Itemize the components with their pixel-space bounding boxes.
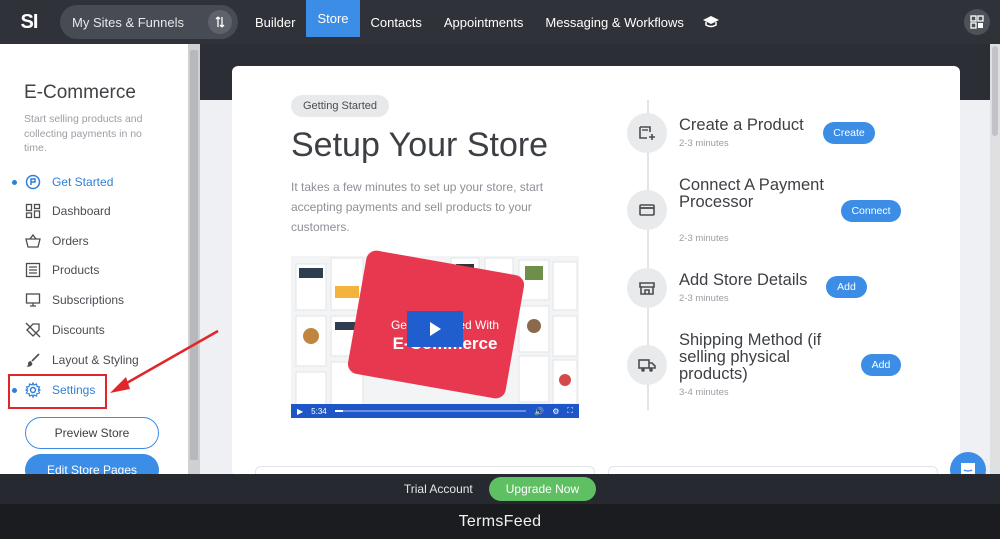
hero-description: It takes a few minutes to set up your st… [291, 180, 544, 234]
nav-messaging-workflows[interactable]: Messaging & Workflows [534, 0, 694, 44]
step-time: 2-3 minutes [679, 293, 729, 304]
video-controls[interactable]: ▶ 5:34 🔊 ⚙ ⛶ [291, 404, 579, 418]
monitor-icon [24, 291, 42, 309]
apps-grid-icon[interactable] [964, 9, 990, 35]
sidebar-description: Start selling products and collecting pa… [24, 113, 143, 154]
tag-off-icon [24, 321, 42, 339]
step-title-shipping-method: Shipping Method (if selling physical pro… [679, 331, 822, 383]
sidebar-scrollbar-thumb[interactable] [190, 50, 198, 460]
nav-appointments[interactable]: Appointments [433, 0, 535, 44]
trial-account-label: Trial Account [403, 482, 473, 496]
step-time: 2-3 minutes [679, 233, 729, 244]
play-icon [430, 322, 441, 336]
sidebar-item-label: Dashboard [52, 204, 111, 218]
sidebar-item-label: Discounts [52, 323, 105, 337]
step-title-payment-processor: Connect A Payment Processor [679, 176, 824, 211]
graduation-cap-icon[interactable] [695, 0, 727, 44]
video-time: 5:34 [311, 406, 327, 416]
settings-small-icon[interactable]: ⚙ [552, 407, 559, 416]
sidebar-item-label: Layout & Styling [52, 353, 139, 367]
add-shipping-button[interactable]: Add [861, 354, 901, 376]
nav-builder[interactable]: Builder [244, 0, 306, 44]
settings-annotation-box [8, 374, 107, 409]
getting-started-tag: Getting Started [291, 95, 389, 117]
sidebar-title: E-Commerce [24, 82, 136, 103]
store-add-icon [627, 113, 667, 153]
connect-payment-button[interactable]: Connect [841, 200, 901, 222]
card-icon [627, 190, 667, 230]
store-sidebar: E-Commerce Start selling products and co… [0, 44, 188, 474]
lower-card [608, 466, 938, 474]
play-small-icon[interactable]: ▶ [297, 407, 303, 416]
caption-bar: TermsFeed [0, 504, 1000, 539]
trial-account-bar: Trial Account Upgrade Now [0, 474, 1000, 504]
top-navbar: SI My Sites & Funnels Builder Store Cont… [0, 0, 1000, 44]
page-title: Setup Your Store [291, 126, 549, 164]
truck-icon [627, 345, 667, 385]
fullscreen-icon[interactable]: ⛶ [567, 406, 573, 416]
brush-icon [24, 351, 42, 369]
step-time: 3-4 minutes [679, 387, 729, 398]
basket-icon [24, 232, 42, 250]
step-title-create-product: Create a Product [679, 116, 804, 134]
sidebar-item-dashboard[interactable]: Dashboard [24, 199, 111, 223]
nav-contacts[interactable]: Contacts [360, 0, 433, 44]
swap-icon[interactable] [208, 10, 232, 34]
app-logo[interactable]: SI [0, 0, 58, 44]
preview-store-button[interactable]: Preview Store [25, 417, 159, 449]
edit-store-pages-button[interactable]: Edit Store Pages [25, 454, 159, 474]
sites-label: My Sites & Funnels [72, 14, 184, 30]
sidebar-item-products[interactable]: Products [24, 258, 99, 282]
dashboard-icon [24, 202, 42, 220]
sidebar-item-discounts[interactable]: Discounts [24, 318, 105, 342]
main-scrollbar[interactable] [990, 44, 1000, 474]
main-scrollbar-thumb[interactable] [992, 46, 998, 136]
sidebar-item-subscriptions[interactable]: Subscriptions [24, 288, 124, 312]
sidebar-item-orders[interactable]: Orders [24, 229, 89, 253]
create-product-button[interactable]: Create [823, 122, 875, 144]
my-sites-funnels-button[interactable]: My Sites & Funnels [60, 5, 238, 39]
upgrade-now-button[interactable]: Upgrade Now [488, 477, 597, 501]
list-icon [24, 261, 42, 279]
add-store-details-button[interactable]: Add [826, 276, 867, 298]
sidebar-item-label: Subscriptions [52, 293, 125, 307]
rocket-icon [24, 173, 42, 191]
lower-card [255, 466, 595, 474]
video-play-button[interactable] [407, 311, 463, 347]
sidebar-item-label: Get Started [52, 175, 114, 189]
sidebar-item-label: Orders [52, 234, 89, 248]
sidebar-item-label: Products [52, 263, 100, 277]
sidebar-item-layout-styling[interactable]: Layout & Styling [24, 348, 139, 372]
sidebar-scrollbar[interactable] [188, 44, 200, 474]
volume-icon[interactable]: 🔊 [534, 407, 544, 416]
storefront-icon [627, 268, 667, 308]
nav-store[interactable]: Store [306, 0, 360, 37]
step-title-store-details: Add Store Details [679, 271, 808, 289]
step-time: 2-3 minutes [679, 138, 729, 149]
active-indicator-dot [12, 180, 17, 185]
video-progress-bar[interactable] [334, 410, 527, 412]
sidebar-item-get-started[interactable]: Get Started [24, 170, 113, 194]
